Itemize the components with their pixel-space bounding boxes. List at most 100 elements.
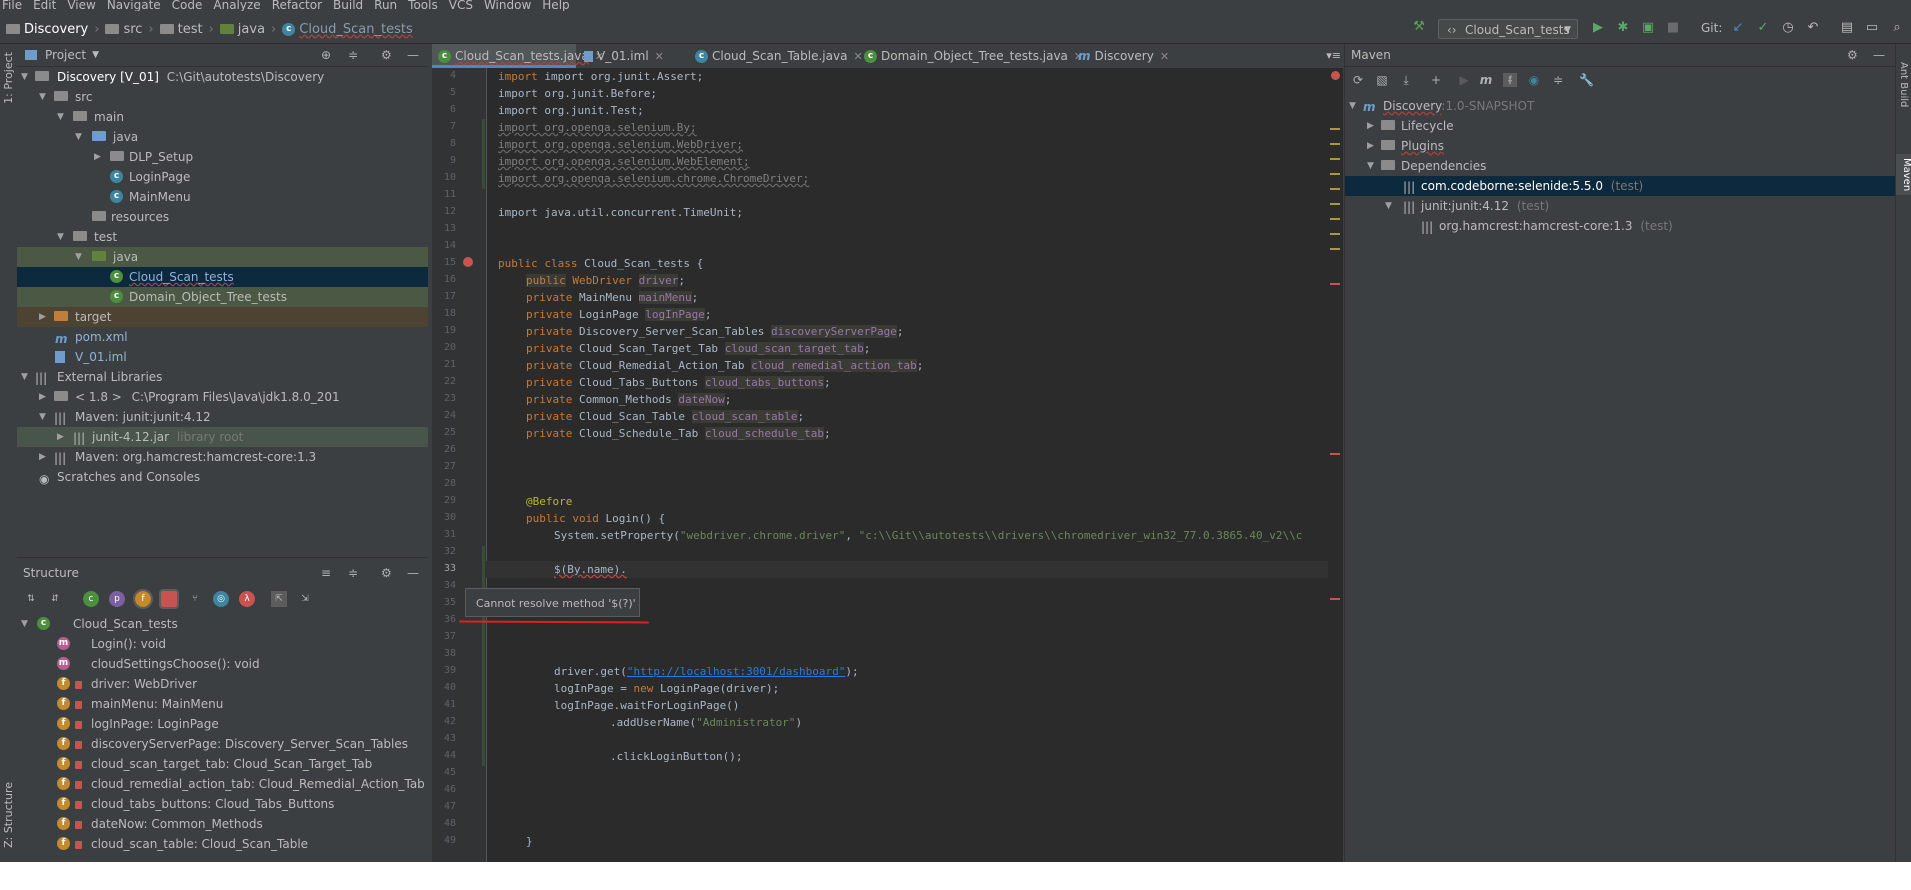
tree-item[interactable]: ▼ ||| Maven: junit:junit:4.12 [17,407,428,427]
structure-method[interactable]: m cloudSettingsChoose(): void [17,654,428,674]
maven-dependencies[interactable]: ▼ Dependencies [1345,156,1896,176]
tree-item[interactable]: ▶ < 1.8 > C:\Program Files\Java\jdk1.8.0… [17,387,428,407]
maven-tool-tab[interactable]: Maven [1896,154,1911,196]
window-icon[interactable]: ▭ [1865,21,1879,35]
breakpoint-class-icon[interactable] [463,257,473,267]
structure-field[interactable]: f mainMenu: MainMenu [17,694,428,714]
git-update-icon[interactable]: ↙ [1731,21,1745,35]
tree-item[interactable]: ▶ ||| Maven: org.hamcrest:hamcrest-core:… [17,447,428,467]
close-icon[interactable]: ✕ [655,50,664,63]
tree-item[interactable]: ▼ ||| External Libraries [17,367,428,387]
maven-plugins[interactable]: ▶ Plugins [1345,136,1896,156]
execute-goal-icon[interactable]: m [1479,73,1493,87]
structure-field[interactable]: f discoveryServerPage: Discovery_Server_S… [17,734,428,754]
rollback-icon[interactable]: ↶ [1806,21,1820,35]
menu-help[interactable]: Help [542,0,569,11]
breadcrumb-src[interactable]: src [123,22,142,37]
tree-item[interactable]: ▼ Discovery [V_01] C:\Git\autotests\Disc… [17,67,428,87]
show-properties-icon[interactable]: p [109,591,125,607]
minimize-icon[interactable]: — [407,566,419,580]
tree-item[interactable]: resources [17,207,428,227]
structure-field[interactable]: f cloud_scan_target_tab: Cloud_Scan_Targe… [17,754,428,774]
tree-item[interactable]: ▼ java [17,127,428,147]
sort-visibility-icon[interactable]: ⇵ [47,591,63,607]
menu-window[interactable]: Window [484,0,531,11]
build-hammer-icon[interactable]: ⚒ [1412,20,1426,34]
structure-method[interactable]: m Login(): void [17,634,428,654]
code-editor[interactable]: 4 5 6 7 8 9 10 11 12 13 14 15 16 17 18 1… [432,68,1343,862]
generate-sources-icon[interactable]: ▧ [1375,73,1389,87]
structure-tool-tab[interactable]: Z: Structure [2,782,15,848]
structure-field[interactable]: f driver: WebDriver [17,674,428,694]
maven-dependency[interactable]: ▼ ||| junit:junit:4.12 (test) [1345,196,1896,216]
tab-cloud-scan-table[interactable]: c Cloud_Scan_Table.java ✕ [695,44,863,68]
debug-icon[interactable]: ✱ [1616,21,1630,35]
autoscroll-to-source-icon[interactable]: ⇱ [271,591,287,607]
gear-icon[interactable]: ⚙ [381,566,392,580]
tree-item[interactable]: ◉ Scratches and Consoles [17,467,428,487]
breadcrumb-test[interactable]: test [178,22,203,37]
minimize-icon[interactable]: — [1873,48,1885,62]
show-inherited-icon[interactable]: c [83,591,99,607]
chevron-down-icon[interactable]: ▼ [92,50,99,60]
maven-dependency[interactable]: ||| org.hamcrest:hamcrest-core:1.3 (test… [1345,216,1896,236]
sort-alpha-icon[interactable]: ⇅ [23,591,39,607]
tree-item[interactable]: V_01.iml [17,347,428,367]
menu-edit[interactable]: Edit [33,0,56,11]
run-icon[interactable]: ▶ [1457,73,1471,87]
menu-analyze[interactable]: Analyze [213,0,260,11]
tree-item[interactable]: c MainMenu [17,187,428,207]
run-configuration-select[interactable]: ‹› Cloud_Scan_tests ▼ [1438,19,1578,39]
menu-file[interactable]: File [2,0,22,11]
structure-field[interactable]: f cloud_remedial_action_tab: Cloud_Remedi… [17,774,428,794]
project-structure-icon[interactable]: ▤ [1840,21,1854,35]
structure-field[interactable]: f cloud_tabs_buttons: Cloud_Tabs_Buttons [17,794,428,814]
run-icon[interactable]: ▶ [1591,21,1605,35]
tab-v01-iml[interactable]: V_01.iml ✕ [584,44,664,68]
tree-item[interactable]: c Domain_Object_Tree_tests [17,287,428,307]
minimize-icon[interactable]: — [407,48,419,62]
search-icon[interactable]: ⌕ [1890,21,1904,35]
history-icon[interactable]: ◷ [1781,21,1795,35]
maven-dependency-selected[interactable]: ||| com.codeborne:selenide:5.5.0 (test) [1345,176,1896,196]
tab-discovery-pom[interactable]: m Discovery ✕ [1078,44,1169,68]
structure-class[interactable]: ▼ c Cloud_Scan_tests [17,614,428,634]
maven-lifecycle[interactable]: ▶ Lifecycle [1345,116,1896,136]
menu-code[interactable]: Code [172,0,203,11]
autoscroll-from-source-icon[interactable]: ⇲ [297,591,313,607]
tree-item[interactable]: ▶ ||| junit-4.12.jar library root [17,427,428,447]
close-icon[interactable]: ✕ [853,50,862,63]
tab-list-icon[interactable]: ▾≡ [1326,49,1341,62]
gear-icon[interactable]: ⚙ [1847,48,1858,62]
tree-item[interactable]: ▼ main [17,107,428,127]
add-icon[interactable]: + [1429,73,1443,87]
menu-navigate[interactable]: Navigate [107,0,161,11]
menu-build[interactable]: Build [333,0,363,11]
code-url[interactable]: "http://localhost:3001/dashboard" [627,665,846,678]
project-tool-tab[interactable]: 1: Project [2,52,15,104]
menu-run[interactable]: Run [374,0,397,11]
project-panel-title[interactable]: Project [45,48,86,62]
download-icon[interactable]: ⤓ [1399,73,1413,87]
tab-cloud-scan-tests[interactable]: c Cloud_Scan_tests.java ✕ [432,44,604,68]
show-fields-icon[interactable]: f [133,589,153,609]
menu-vcs[interactable]: VCS [449,0,473,11]
reload-icon[interactable]: ⟳ [1351,73,1365,87]
tree-item[interactable]: ▶ target [17,307,428,327]
tree-item[interactable]: ▼ test [17,227,428,247]
anonymous-classes-icon[interactable]: ◎ [213,591,229,607]
lambda-icon[interactable]: λ [239,591,255,607]
collapse-all-icon[interactable]: ≑ [348,48,358,62]
coverage-icon[interactable]: ▣ [1641,21,1655,35]
maven-project[interactable]: ▼ m Discovery:1.0-SNAPSHOT [1345,96,1896,116]
tree-item[interactable]: ▶ DLP_Setup [17,147,428,167]
tree-item[interactable]: ▼ java [17,247,428,267]
tab-domain-object-tree-tests[interactable]: c Domain_Object_Tree_tests.java ✕ [864,44,1083,68]
gear-icon[interactable]: ⚙ [381,48,392,62]
structure-field[interactable]: f dateNow: Common_Methods [17,814,428,834]
breadcrumb-discovery[interactable]: Discovery [24,22,88,37]
skip-tests-icon[interactable]: ◉ [1527,73,1541,87]
collapse-all-icon[interactable]: ≑ [1551,73,1565,87]
menu-view[interactable]: View [67,0,95,11]
tree-item-selected[interactable]: c Cloud_Scan_tests [17,267,428,287]
